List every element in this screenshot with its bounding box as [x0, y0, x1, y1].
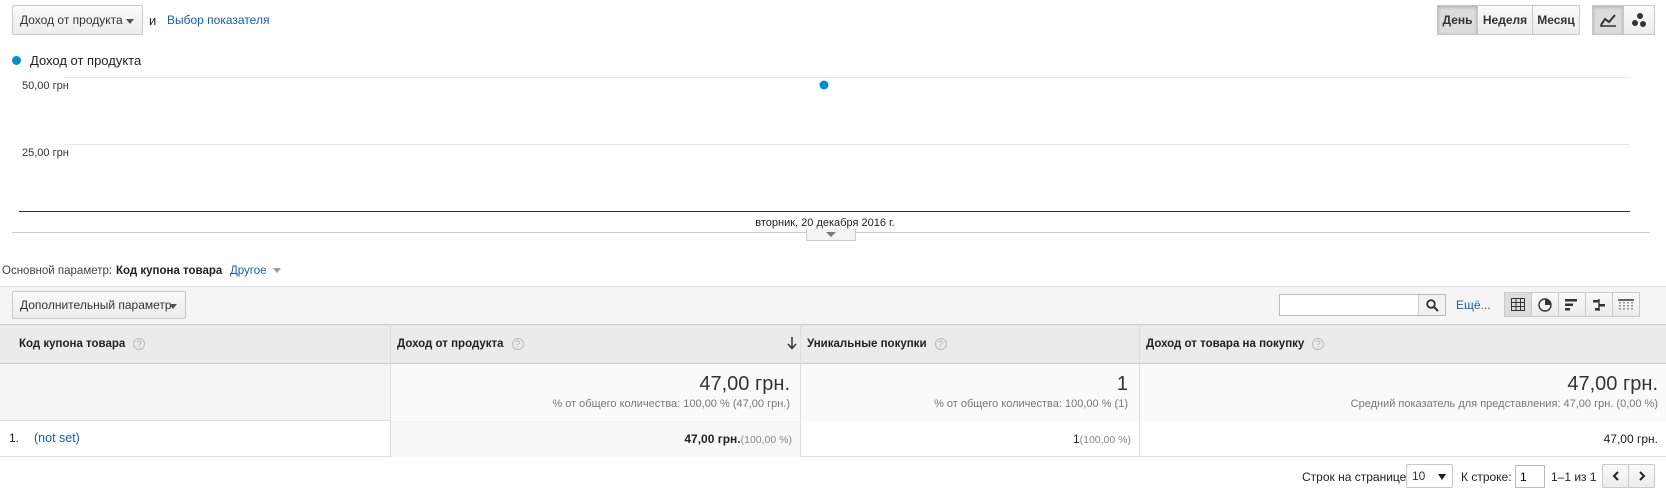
chevron-left-icon — [1612, 471, 1619, 481]
header-product-revenue-label: Доход от продукта — [397, 338, 504, 350]
totals-unique-sub: % от общего количества: 100,00 % (1) — [934, 398, 1128, 410]
page-range: 1–1 из 1 — [1551, 470, 1597, 484]
header-revenue-per-purchase[interactable]: Доход от товара на покупку? — [1146, 324, 1325, 364]
secondary-dimension-label: Дополнительный параметр — [20, 298, 172, 312]
rows-per-page-value: 10 — [1412, 469, 1426, 483]
totals-revenue: 47,00 грн. — [699, 373, 790, 395]
help-icon[interactable]: ? — [133, 338, 146, 350]
totals-unique-cell-bg — [801, 364, 1140, 421]
column-divider — [800, 324, 801, 457]
chevron-right-icon — [1638, 471, 1645, 481]
view-pie-button[interactable] — [1531, 292, 1559, 317]
row-revenue-cell: 47,00 грн.(100,00 %) — [684, 432, 792, 446]
row-revenue-pct: (100,00 %) — [740, 434, 792, 446]
help-icon[interactable]: ? — [934, 338, 947, 350]
goto-row-input[interactable] — [1515, 465, 1545, 488]
totals-per-purchase: 47,00 грн. — [1567, 373, 1658, 395]
row-unique: 1 — [1072, 432, 1080, 446]
secondary-dimension-dropdown[interactable]: Дополнительный параметр — [12, 291, 186, 319]
other-dimension-label: Другое — [230, 265, 267, 277]
view-performance-button[interactable] — [1558, 292, 1586, 317]
header-revenue-per-purchase-label: Доход от товара на покупку — [1146, 338, 1305, 350]
table-icon — [1511, 298, 1525, 311]
totals-unique: 1 — [1116, 373, 1128, 395]
header-coupon-code[interactable]: Код купона товара? — [19, 324, 146, 364]
other-dimension-link[interactable]: Другое — [230, 265, 281, 277]
chevron-down-icon — [1438, 474, 1446, 480]
bar-chart-icon — [1565, 298, 1577, 310]
view-data-table-button[interactable] — [1504, 292, 1532, 317]
chevron-down-icon — [272, 268, 281, 274]
chart-expand-handle[interactable] — [806, 229, 856, 241]
goto-row-label: К строке: — [1461, 470, 1512, 484]
prev-page-button[interactable] — [1602, 464, 1629, 488]
data-point[interactable] — [819, 80, 829, 90]
pivot-icon — [1618, 298, 1634, 311]
next-page-button[interactable] — [1628, 464, 1655, 488]
row-unique-cell: 1(100,00 %) — [1073, 432, 1131, 446]
x-axis-label: вторник, 20 декабря 2016 г. — [0, 217, 1650, 229]
column-divider — [1139, 324, 1140, 457]
more-link[interactable]: Ещё... — [1456, 298, 1491, 312]
row-coupon-link[interactable]: (not set) — [34, 431, 80, 445]
row-revenue: 47,00 грн. — [684, 432, 741, 446]
primary-dimension-value[interactable]: Код купона товара — [116, 265, 222, 277]
rows-per-page-label: Строк на странице: — [1302, 470, 1410, 484]
header-unique-purchases-label: Уникальные покупки — [807, 338, 927, 350]
totals-revenue-sub: % от общего количества: 100,00 % (47,00 … — [552, 398, 790, 410]
header-coupon-code-label: Код купона товара — [19, 338, 126, 350]
comparison-icon — [1593, 298, 1605, 311]
header-product-revenue[interactable]: Доход от продукта? — [397, 324, 797, 364]
search-button[interactable] — [1418, 295, 1445, 315]
rows-per-page-select[interactable]: 10 — [1406, 464, 1453, 488]
sort-descending-icon — [787, 337, 797, 350]
view-comparison-button[interactable] — [1585, 292, 1613, 317]
column-divider — [390, 324, 391, 457]
header-unique-purchases[interactable]: Уникальные покупки? — [807, 324, 947, 364]
search-box — [1279, 294, 1446, 316]
row-index: 1. — [9, 431, 20, 445]
search-icon — [1425, 298, 1439, 312]
chevron-down-icon — [169, 304, 177, 309]
row-unique-pct: (100,00 %) — [1079, 434, 1131, 446]
chart-plot-area — [819, 80, 829, 90]
row-per-purchase: 47,00 грн. — [1603, 432, 1658, 446]
pie-chart-icon — [1538, 297, 1552, 312]
view-pivot-button[interactable] — [1612, 292, 1640, 317]
help-icon[interactable]: ? — [1312, 338, 1325, 350]
x-tick-label: вторник, 20 декабря 2016 г. — [755, 217, 895, 229]
search-input[interactable] — [1280, 295, 1418, 315]
primary-dimension-label: Основной параметр: — [2, 265, 113, 277]
totals-per-purchase-sub: Средний показатель для представления: 47… — [1350, 398, 1658, 410]
chevron-down-icon — [826, 232, 836, 237]
help-icon[interactable]: ? — [511, 338, 524, 350]
table-row — [0, 421, 1666, 457]
